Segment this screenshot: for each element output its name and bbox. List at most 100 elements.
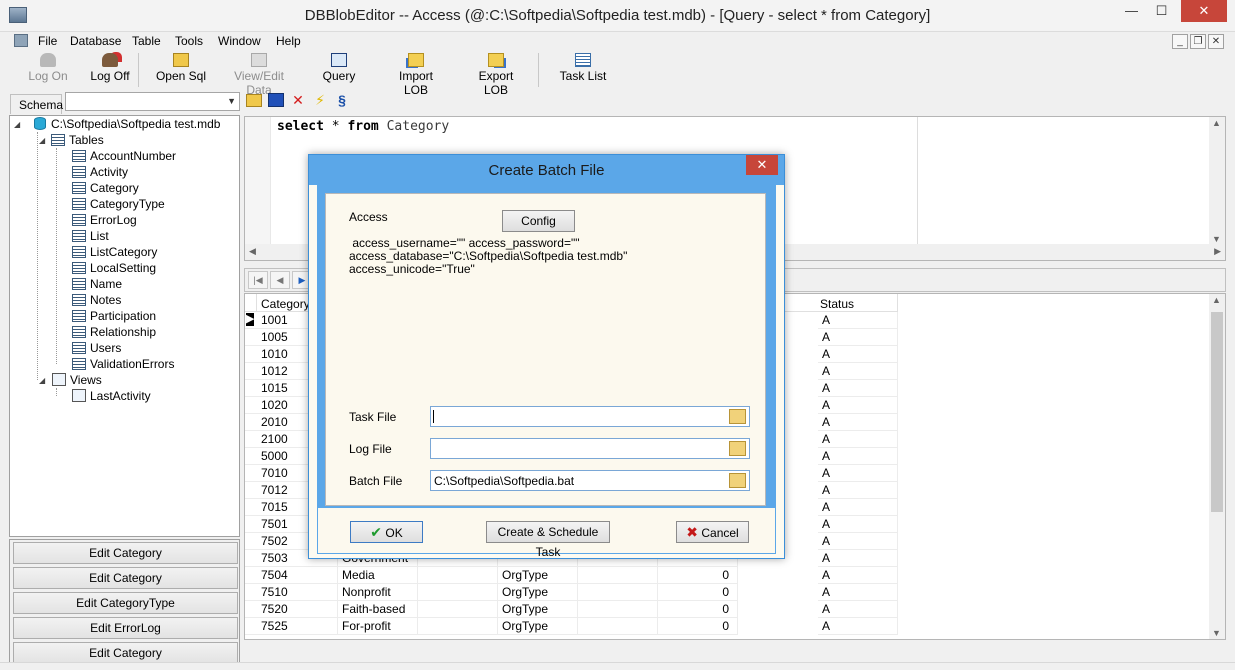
edit-category-button[interactable]: Edit Category — [13, 542, 238, 564]
mdi-minimize-button[interactable]: _ — [1172, 34, 1188, 49]
table-cell[interactable]: 0 — [658, 618, 738, 635]
table-cell[interactable]: A — [818, 346, 898, 363]
scroll-down-icon[interactable]: ▼ — [1212, 234, 1221, 244]
tree-table-item[interactable]: CategoryType — [72, 197, 165, 213]
tree-table-item[interactable]: ErrorLog — [72, 213, 137, 229]
row-indicator[interactable] — [245, 482, 257, 499]
table-cell[interactable]: OrgType — [498, 601, 578, 618]
menu-help[interactable]: Help — [276, 34, 301, 48]
export-lob-button[interactable]: Export LOB — [466, 53, 526, 97]
row-indicator[interactable]: ▶ — [245, 312, 257, 329]
view-edit-data-button[interactable]: View/Edit Data — [220, 53, 298, 97]
open-folder-icon[interactable] — [246, 94, 262, 107]
mdi-close-button[interactable]: ✕ — [1208, 34, 1224, 49]
scroll-thumb[interactable] — [1211, 312, 1223, 512]
close-button[interactable]: ✕ — [1181, 0, 1227, 22]
row-indicator[interactable] — [245, 567, 257, 584]
table-cell[interactable] — [418, 601, 498, 618]
menu-table[interactable]: Table — [132, 34, 161, 48]
tree-root[interactable]: C:\Softpedia\Softpedia test.mdb — [34, 117, 220, 133]
table-cell[interactable]: A — [818, 448, 898, 465]
row-indicator[interactable] — [245, 584, 257, 601]
maximize-button[interactable]: ☐ — [1148, 0, 1175, 22]
tree-table-item[interactable]: Notes — [72, 293, 121, 309]
table-cell[interactable] — [578, 618, 658, 635]
menu-window[interactable]: Window — [218, 34, 261, 48]
table-cell[interactable]: A — [818, 516, 898, 533]
table-cell[interactable]: A — [818, 584, 898, 601]
row-indicator[interactable] — [245, 346, 257, 363]
table-cell[interactable]: 7525 — [257, 618, 338, 635]
grid-vertical-scrollbar[interactable]: ▲ ▼ — [1209, 294, 1225, 639]
tree-table-item[interactable]: Category — [72, 181, 139, 197]
table-cell[interactable]: A — [818, 550, 898, 567]
table-cell[interactable]: OrgType — [498, 584, 578, 601]
tree-table-item[interactable]: Name — [72, 277, 122, 293]
log-file-field[interactable] — [430, 438, 750, 459]
log-off-button[interactable]: Log Off — [89, 53, 131, 83]
delete-icon[interactable]: ✕ — [290, 92, 306, 108]
ok-button[interactable]: ✔ OK — [350, 521, 423, 543]
menu-file[interactable]: File — [38, 34, 57, 48]
table-cell[interactable] — [418, 618, 498, 635]
row-indicator[interactable] — [245, 601, 257, 618]
folder-browse-icon[interactable] — [729, 473, 746, 488]
table-cell[interactable] — [578, 601, 658, 618]
scroll-up-icon[interactable]: ▲ — [1212, 118, 1221, 128]
scroll-left-icon[interactable]: ◀ — [249, 246, 256, 257]
row-indicator[interactable] — [245, 414, 257, 431]
cancel-button[interactable]: ✖ Cancel — [676, 521, 749, 543]
sql-text[interactable]: select * from Category — [277, 119, 449, 134]
table-cell[interactable]: A — [818, 618, 898, 635]
edit-category-button[interactable]: Edit Category — [13, 642, 238, 663]
table-cell[interactable] — [578, 567, 658, 584]
table-cell[interactable]: A — [818, 567, 898, 584]
open-sql-button[interactable]: Open Sql — [155, 53, 207, 83]
batch-file-field[interactable]: C:\Softpedia\Softpedia.bat — [430, 470, 750, 491]
tree-table-item[interactable]: Relationship — [72, 325, 156, 341]
table-cell[interactable]: 0 — [658, 567, 738, 584]
row-indicator[interactable] — [245, 329, 257, 346]
table-cell[interactable]: A — [818, 499, 898, 516]
execute-icon[interactable]: ⚡ — [312, 92, 328, 108]
table-cell[interactable]: 7504 — [257, 567, 338, 584]
row-indicator[interactable] — [245, 533, 257, 550]
table-cell[interactable] — [418, 584, 498, 601]
table-cell[interactable]: Nonprofit — [338, 584, 418, 601]
tree-views-folder[interactable]: Views — [52, 373, 102, 389]
tree-table-item[interactable]: AccountNumber — [72, 149, 176, 165]
table-cell[interactable]: A — [818, 414, 898, 431]
table-cell[interactable]: A — [818, 363, 898, 380]
task-file-field[interactable] — [430, 406, 750, 427]
config-button[interactable]: Config — [502, 210, 575, 232]
table-cell[interactable]: 0 — [658, 601, 738, 618]
edit-categorytype-button[interactable]: Edit CategoryType — [13, 592, 238, 614]
table-cell[interactable] — [578, 584, 658, 601]
table-cell[interactable]: A — [818, 312, 898, 329]
table-cell[interactable]: 7510 — [257, 584, 338, 601]
schema-select[interactable]: ▼ — [65, 92, 240, 111]
row-indicator[interactable] — [245, 448, 257, 465]
minimize-button[interactable]: — — [1118, 0, 1145, 22]
tree-table-item[interactable]: ValidationErrors — [72, 357, 174, 373]
editor-vertical-scrollbar[interactable]: ▲ ▼ — [1209, 117, 1225, 245]
tree-tables-folder[interactable]: Tables — [51, 133, 104, 149]
row-indicator[interactable] — [245, 516, 257, 533]
scroll-up-icon[interactable]: ▲ — [1212, 295, 1221, 305]
mdi-document-icon[interactable] — [14, 34, 28, 47]
tree-table-item[interactable]: Users — [72, 341, 121, 357]
scroll-down-icon[interactable]: ▼ — [1212, 628, 1221, 638]
tree-table-item[interactable]: ListCategory — [72, 245, 157, 261]
table-cell[interactable]: 7520 — [257, 601, 338, 618]
table-cell[interactable]: A — [818, 601, 898, 618]
table-cell[interactable]: A — [818, 431, 898, 448]
row-indicator[interactable] — [245, 363, 257, 380]
row-indicator[interactable] — [245, 380, 257, 397]
collapse-icon[interactable]: ◢ — [14, 120, 20, 129]
table-cell[interactable]: A — [818, 482, 898, 499]
row-indicator[interactable] — [245, 431, 257, 448]
table-cell[interactable] — [418, 567, 498, 584]
table-cell[interactable]: A — [818, 533, 898, 550]
tree-table-item[interactable]: Activity — [72, 165, 128, 181]
row-indicator[interactable] — [245, 499, 257, 516]
